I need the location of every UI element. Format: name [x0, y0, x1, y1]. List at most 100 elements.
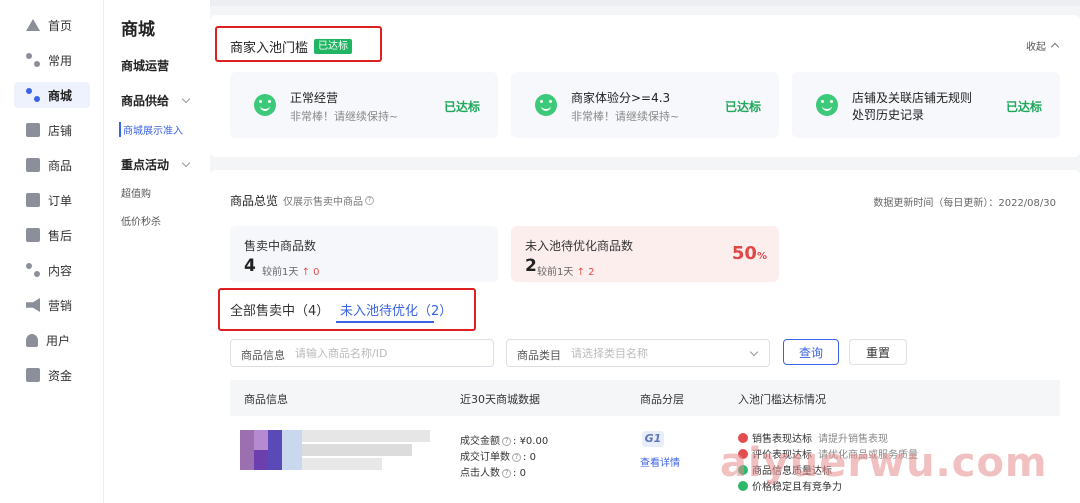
nav-item-aftersale[interactable]: 售后: [14, 222, 90, 248]
chevron-up-icon: [1050, 42, 1060, 52]
product-filter[interactable]: 商品信息: [230, 339, 494, 367]
help-icon[interactable]: ?: [502, 436, 511, 446]
tier-badge: G1: [642, 431, 664, 447]
nav-label: 商城: [48, 88, 73, 103]
top-strip: [210, 0, 1080, 6]
metric-clicks: 点击人数?: 0: [460, 468, 526, 479]
smile-icon: [535, 94, 557, 116]
watermark: aiyuerwu.com: [720, 440, 1048, 486]
chevron-down-icon: [181, 94, 191, 104]
shop-icon: [26, 123, 40, 137]
collapse-toggle[interactable]: 收起: [1026, 38, 1060, 53]
delta-value: ↑ 0: [301, 267, 320, 278]
smile-icon: [816, 94, 838, 116]
main-content: 商家入池门槛 已达标 收起 正常经营 非常棒！请继续保持~ 已达标 商家体验分>…: [210, 0, 1080, 503]
home-icon: [26, 19, 40, 31]
criterion-card: 正常经营 非常棒！请继续保持~ 已达标: [230, 72, 498, 138]
threshold-title: 商家入池门槛: [230, 41, 309, 56]
query-button[interactable]: 查询: [783, 339, 839, 365]
threshold-title-row: 商家入池门槛 已达标: [230, 37, 353, 56]
col-header: 入池门槛达标情况: [738, 393, 826, 406]
aftersale-icon: [26, 228, 40, 242]
nav-item-goods[interactable]: 商品: [14, 152, 90, 178]
status-badge: 已达标: [314, 39, 353, 54]
percent-value: 50%: [731, 243, 767, 264]
megaphone-icon: [26, 298, 40, 312]
table-header: 商品信息 近30天商城数据 商品分层 入池门槛达标情况: [230, 380, 1060, 416]
filter-label: 商品信息: [241, 349, 285, 362]
criterion-title: 正常经营: [290, 91, 339, 105]
overview-title: 商品总览: [230, 194, 279, 208]
col-header: 商品信息: [244, 393, 288, 406]
user-icon: [26, 333, 38, 347]
criterion-desc: 非常棒！请继续保持~: [571, 110, 680, 123]
product-search-input[interactable]: [295, 343, 485, 363]
tab-all-on-sale[interactable]: 全部售卖中（4）: [230, 300, 329, 319]
criterion-status: 已达标: [1005, 100, 1042, 114]
nav-item-home[interactable]: 首页: [14, 12, 90, 38]
nav-item-content[interactable]: 内容: [14, 257, 90, 283]
nav-item-mall[interactable]: 商城: [14, 82, 90, 108]
nav-item-order[interactable]: 订单: [14, 187, 90, 213]
subnav-display-access[interactable]: 商城展示准入: [119, 122, 183, 137]
stat-label: 售卖中商品数: [244, 239, 317, 253]
wallet-icon: [26, 368, 40, 382]
stat-on-sale: 售卖中商品数 4 较前1天 ↑ 0: [230, 226, 498, 282]
nav-label: 资金: [48, 368, 73, 383]
order-icon: [26, 193, 40, 207]
nav-label: 店铺: [48, 123, 73, 138]
nav-label: 用户: [46, 333, 71, 348]
col-header: 近30天商城数据: [460, 393, 540, 406]
criterion-title: 商家体验分>=4.3: [571, 91, 671, 105]
nav-label: 内容: [48, 263, 73, 278]
apps-icon: [26, 53, 40, 67]
stat-to-optimize: 未入池待优化商品数 2 较前1天 ↑ 2 50%: [511, 226, 779, 282]
nav-label: 订单: [48, 193, 73, 208]
category-select[interactable]: [571, 343, 741, 363]
criterion-desc: 非常棒！请继续保持~: [290, 110, 399, 123]
nav-label: 首页: [48, 18, 73, 33]
update-time: 数据更新时间（每日更新）：2022/08/30: [873, 198, 1056, 209]
nav-label: 营销: [48, 298, 73, 313]
category-filter[interactable]: 商品类目: [506, 339, 770, 367]
help-icon[interactable]: ?: [502, 468, 511, 478]
col-header: 商品分层: [640, 393, 684, 406]
criterion-card: 店铺及关联店铺无规则 处罚历史记录 已达标: [792, 72, 1060, 138]
nav-item-shop[interactable]: 店铺: [14, 117, 90, 143]
subnav-value-buy[interactable]: 超值购: [121, 185, 151, 200]
tier-detail-link[interactable]: 查看详情: [640, 454, 680, 469]
primary-nav: 首页 常用 商城 店铺 商品 订单 售后 内容 营销 用户 资金: [0, 0, 104, 503]
nav-label: 商品: [48, 158, 73, 173]
stat-label: 未入池待优化商品数: [525, 239, 634, 253]
subnav-key-events-group[interactable]: 重点活动: [121, 156, 191, 173]
overview-subtitle: 仅展示售卖中商品: [283, 197, 364, 208]
help-icon[interactable]: ?: [365, 196, 375, 205]
chevron-down-icon: [181, 158, 191, 168]
stat-value: 4: [244, 256, 256, 276]
nav-item-user[interactable]: 用户: [14, 327, 90, 353]
reset-button[interactable]: 重置: [849, 339, 907, 365]
criterion-title-line2: 处罚历史记录: [852, 108, 925, 122]
subnav-flash-sale[interactable]: 低价秒杀: [121, 213, 161, 228]
stat-compare: 较前1天 ↑ 0: [262, 267, 320, 278]
chevron-down-icon: [749, 347, 759, 357]
nav-item-marketing[interactable]: 营销: [14, 292, 90, 318]
criterion-card: 商家体验分>=4.3 非常棒！请继续保持~ 已达标: [511, 72, 779, 138]
metric-gmv: 成交金额?: ¥0.00: [460, 436, 549, 447]
help-icon[interactable]: ?: [512, 452, 521, 462]
criterion-status: 已达标: [443, 100, 480, 114]
stat-compare: 较前1天 ↑ 2: [537, 267, 595, 278]
subnav-mall-ops[interactable]: 商城运营: [121, 57, 169, 74]
subnav-title: 商城: [121, 20, 155, 40]
nav-label: 售后: [48, 228, 73, 243]
content-icon: [26, 263, 40, 277]
delta-value: ↑ 2: [576, 267, 595, 278]
smile-icon: [254, 94, 276, 116]
nav-item-common[interactable]: 常用: [14, 47, 90, 73]
subnav-supply-group[interactable]: 商品供给: [121, 92, 191, 109]
tab-pending-optimize[interactable]: 未入池待优化（2）: [340, 300, 452, 319]
goods-icon: [26, 158, 40, 172]
nav-item-funds[interactable]: 资金: [14, 362, 90, 388]
metric-orders: 成交订单数?: 0: [460, 452, 536, 463]
nav-label: 常用: [48, 53, 73, 68]
